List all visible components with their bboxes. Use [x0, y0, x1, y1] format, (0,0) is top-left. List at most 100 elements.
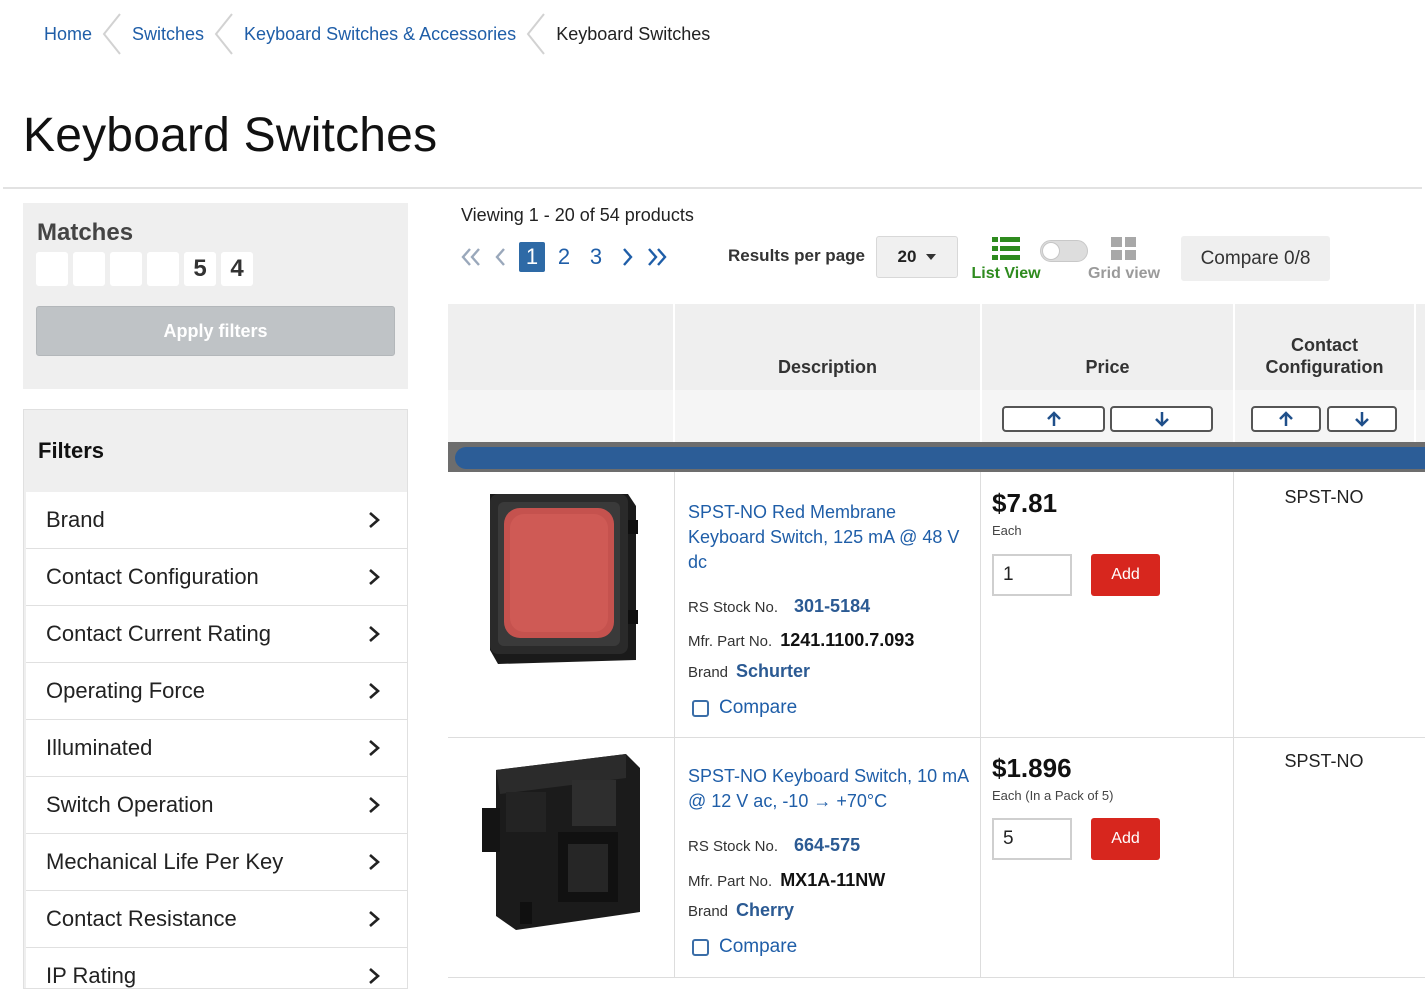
- filter-item-contact-resistance[interactable]: Contact Resistance: [26, 891, 407, 948]
- sort-price-ascending-button[interactable]: [1002, 406, 1105, 432]
- page-2-button[interactable]: 2: [551, 242, 577, 272]
- chevron-right-icon: [369, 569, 380, 585]
- rs-stock-number: RS Stock No. 301-5184: [688, 596, 870, 617]
- sort-contact-ascending-button[interactable]: [1251, 406, 1321, 432]
- breadcrumb-current: Keyboard Switches: [556, 23, 711, 44]
- quantity-input[interactable]: 1: [992, 554, 1072, 596]
- mfr-part-value: 1241.1100.7.093: [780, 630, 915, 650]
- arrow-up-icon: [1279, 411, 1293, 426]
- price-unit: Each: [992, 523, 1022, 538]
- horizontal-scrollbar[interactable]: [448, 442, 1425, 472]
- chevron-right-icon: [369, 854, 380, 870]
- mfr-part-number: Mfr. Part No. MX1A-11NW: [688, 870, 885, 891]
- checkbox-icon[interactable]: [692, 699, 709, 717]
- breadcrumb-switches[interactable]: Switches: [132, 24, 204, 45]
- product-image-cherry-switch[interactable]: [476, 752, 648, 934]
- product-image-red-membrane-switch[interactable]: [484, 490, 642, 668]
- column-divider: [1414, 304, 1416, 442]
- filter-item-switch-operation[interactable]: Switch Operation: [26, 777, 407, 834]
- rs-stock-value[interactable]: 664-575: [794, 835, 860, 856]
- filter-label: Contact Current Rating: [46, 621, 271, 646]
- compare-label[interactable]: Compare: [719, 697, 797, 719]
- compare-button[interactable]: Compare 0/8: [1181, 236, 1330, 281]
- contact-configuration-value: SPST-NO: [1284, 751, 1364, 771]
- checkbox-icon[interactable]: [692, 938, 709, 956]
- filter-item-illuminated[interactable]: Illuminated: [26, 720, 407, 777]
- product-title-link[interactable]: SPST-NO Keyboard Switch, 10 mA @ 12 V ac…: [688, 764, 973, 814]
- chevron-right-icon[interactable]: [612, 240, 642, 274]
- filter-item-contact-configuration[interactable]: Contact Configuration: [26, 549, 407, 606]
- arrow-down-icon: [1355, 412, 1369, 427]
- page-3-button[interactable]: 3: [583, 242, 609, 272]
- double-chevron-left-icon[interactable]: [456, 240, 486, 274]
- column-divider: [1233, 738, 1234, 977]
- pagination: 1 2 3: [456, 240, 672, 274]
- filter-item-contact-current-rating[interactable]: Contact Current Rating: [26, 606, 407, 663]
- column-divider: [1233, 472, 1234, 737]
- column-header-contact-line2: Configuration: [1265, 357, 1384, 377]
- contact-configuration-value: SPST-NO: [1284, 487, 1364, 507]
- sort-contact-descending-button[interactable]: [1327, 406, 1397, 432]
- add-to-basket-button[interactable]: Add: [1091, 554, 1160, 596]
- brand-value[interactable]: Cherry: [736, 900, 794, 921]
- price: $1.896: [992, 753, 1072, 783]
- column-header-price: Price: [1085, 357, 1130, 377]
- list-view-label: List View: [971, 265, 1041, 282]
- results-count: Viewing 1 - 20 of 54 products: [461, 205, 694, 225]
- product-title-link[interactable]: SPST-NO Red Membrane Keyboard Switch, 12…: [688, 500, 973, 575]
- filters-panel: Filters Brand Contact Configuration Cont…: [23, 409, 408, 989]
- chevron-right-icon: [369, 968, 380, 984]
- grid-view-button[interactable]: Grid view: [1086, 237, 1162, 283]
- filter-label: Mechanical Life Per Key: [46, 849, 284, 874]
- brand-label: Brand: [688, 664, 729, 681]
- mfr-part-label: Mfr. Part No.: [688, 633, 773, 650]
- breadcrumb-home[interactable]: Home: [44, 24, 92, 45]
- rs-stock-label: RS Stock No.: [688, 599, 779, 616]
- brand: Brand Cherry: [688, 900, 794, 921]
- brand-value[interactable]: Schurter: [736, 661, 810, 682]
- breadcrumb-keyboard-switches-accessories[interactable]: Keyboard Switches & Accessories: [244, 24, 516, 45]
- chevron-right-icon: [369, 740, 380, 756]
- filter-label: Operating Force: [46, 678, 205, 703]
- compare-checkbox[interactable]: Compare: [692, 936, 797, 958]
- column-divider: [674, 472, 675, 737]
- column-divider: [674, 738, 675, 977]
- filter-label: Switch Operation: [46, 792, 214, 817]
- compare-checkbox[interactable]: Compare: [692, 697, 797, 719]
- breadcrumb-separator-icon: [92, 12, 132, 56]
- mfr-part-number: Mfr. Part No. 1241.1100.7.093: [688, 630, 914, 651]
- filter-item-mechanical-life-per-key[interactable]: Mechanical Life Per Key: [26, 834, 407, 891]
- divider: [3, 187, 1422, 189]
- sort-price-descending-button[interactable]: [1110, 406, 1213, 432]
- chevron-left-icon[interactable]: [486, 240, 516, 274]
- results-per-page-select[interactable]: 20: [876, 236, 958, 278]
- chevron-right-icon: [369, 683, 380, 699]
- filter-item-ip-rating[interactable]: IP Rating: [26, 948, 407, 988]
- filter-item-brand[interactable]: Brand: [26, 492, 407, 549]
- breadcrumb-separator-icon: [516, 12, 556, 56]
- rs-stock-value[interactable]: 301-5184: [794, 596, 870, 617]
- quantity-input[interactable]: 5: [992, 818, 1072, 860]
- match-digit: [110, 252, 142, 286]
- compare-label[interactable]: Compare: [719, 936, 797, 958]
- chevron-right-icon: [369, 797, 380, 813]
- double-chevron-right-icon[interactable]: [642, 240, 672, 274]
- table-row: SPST-NO Red Membrane Keyboard Switch, 12…: [448, 472, 1425, 738]
- filter-item-operating-force[interactable]: Operating Force: [26, 663, 407, 720]
- add-to-basket-button[interactable]: Add: [1091, 818, 1160, 860]
- chevron-right-icon: [369, 626, 380, 642]
- caret-down-icon: [926, 254, 937, 260]
- rs-stock-label: RS Stock No.: [688, 838, 779, 855]
- filter-label: Contact Configuration: [46, 564, 259, 589]
- page-1-button[interactable]: 1: [519, 242, 545, 272]
- apply-filters-button[interactable]: Apply filters: [36, 306, 395, 356]
- column-header-description: Description: [777, 357, 878, 377]
- list-view-button[interactable]: List View: [968, 237, 1044, 283]
- brand: Brand Schurter: [688, 661, 810, 682]
- toggle-knob: [1042, 242, 1060, 260]
- view-toggle[interactable]: [1040, 240, 1088, 262]
- rs-stock-number: RS Stock No. 664-575: [688, 835, 860, 856]
- scrollbar-thumb[interactable]: [455, 447, 1425, 469]
- filters-title: Filters: [38, 438, 105, 463]
- filter-list: Brand Contact Configuration Contact Curr…: [26, 492, 407, 988]
